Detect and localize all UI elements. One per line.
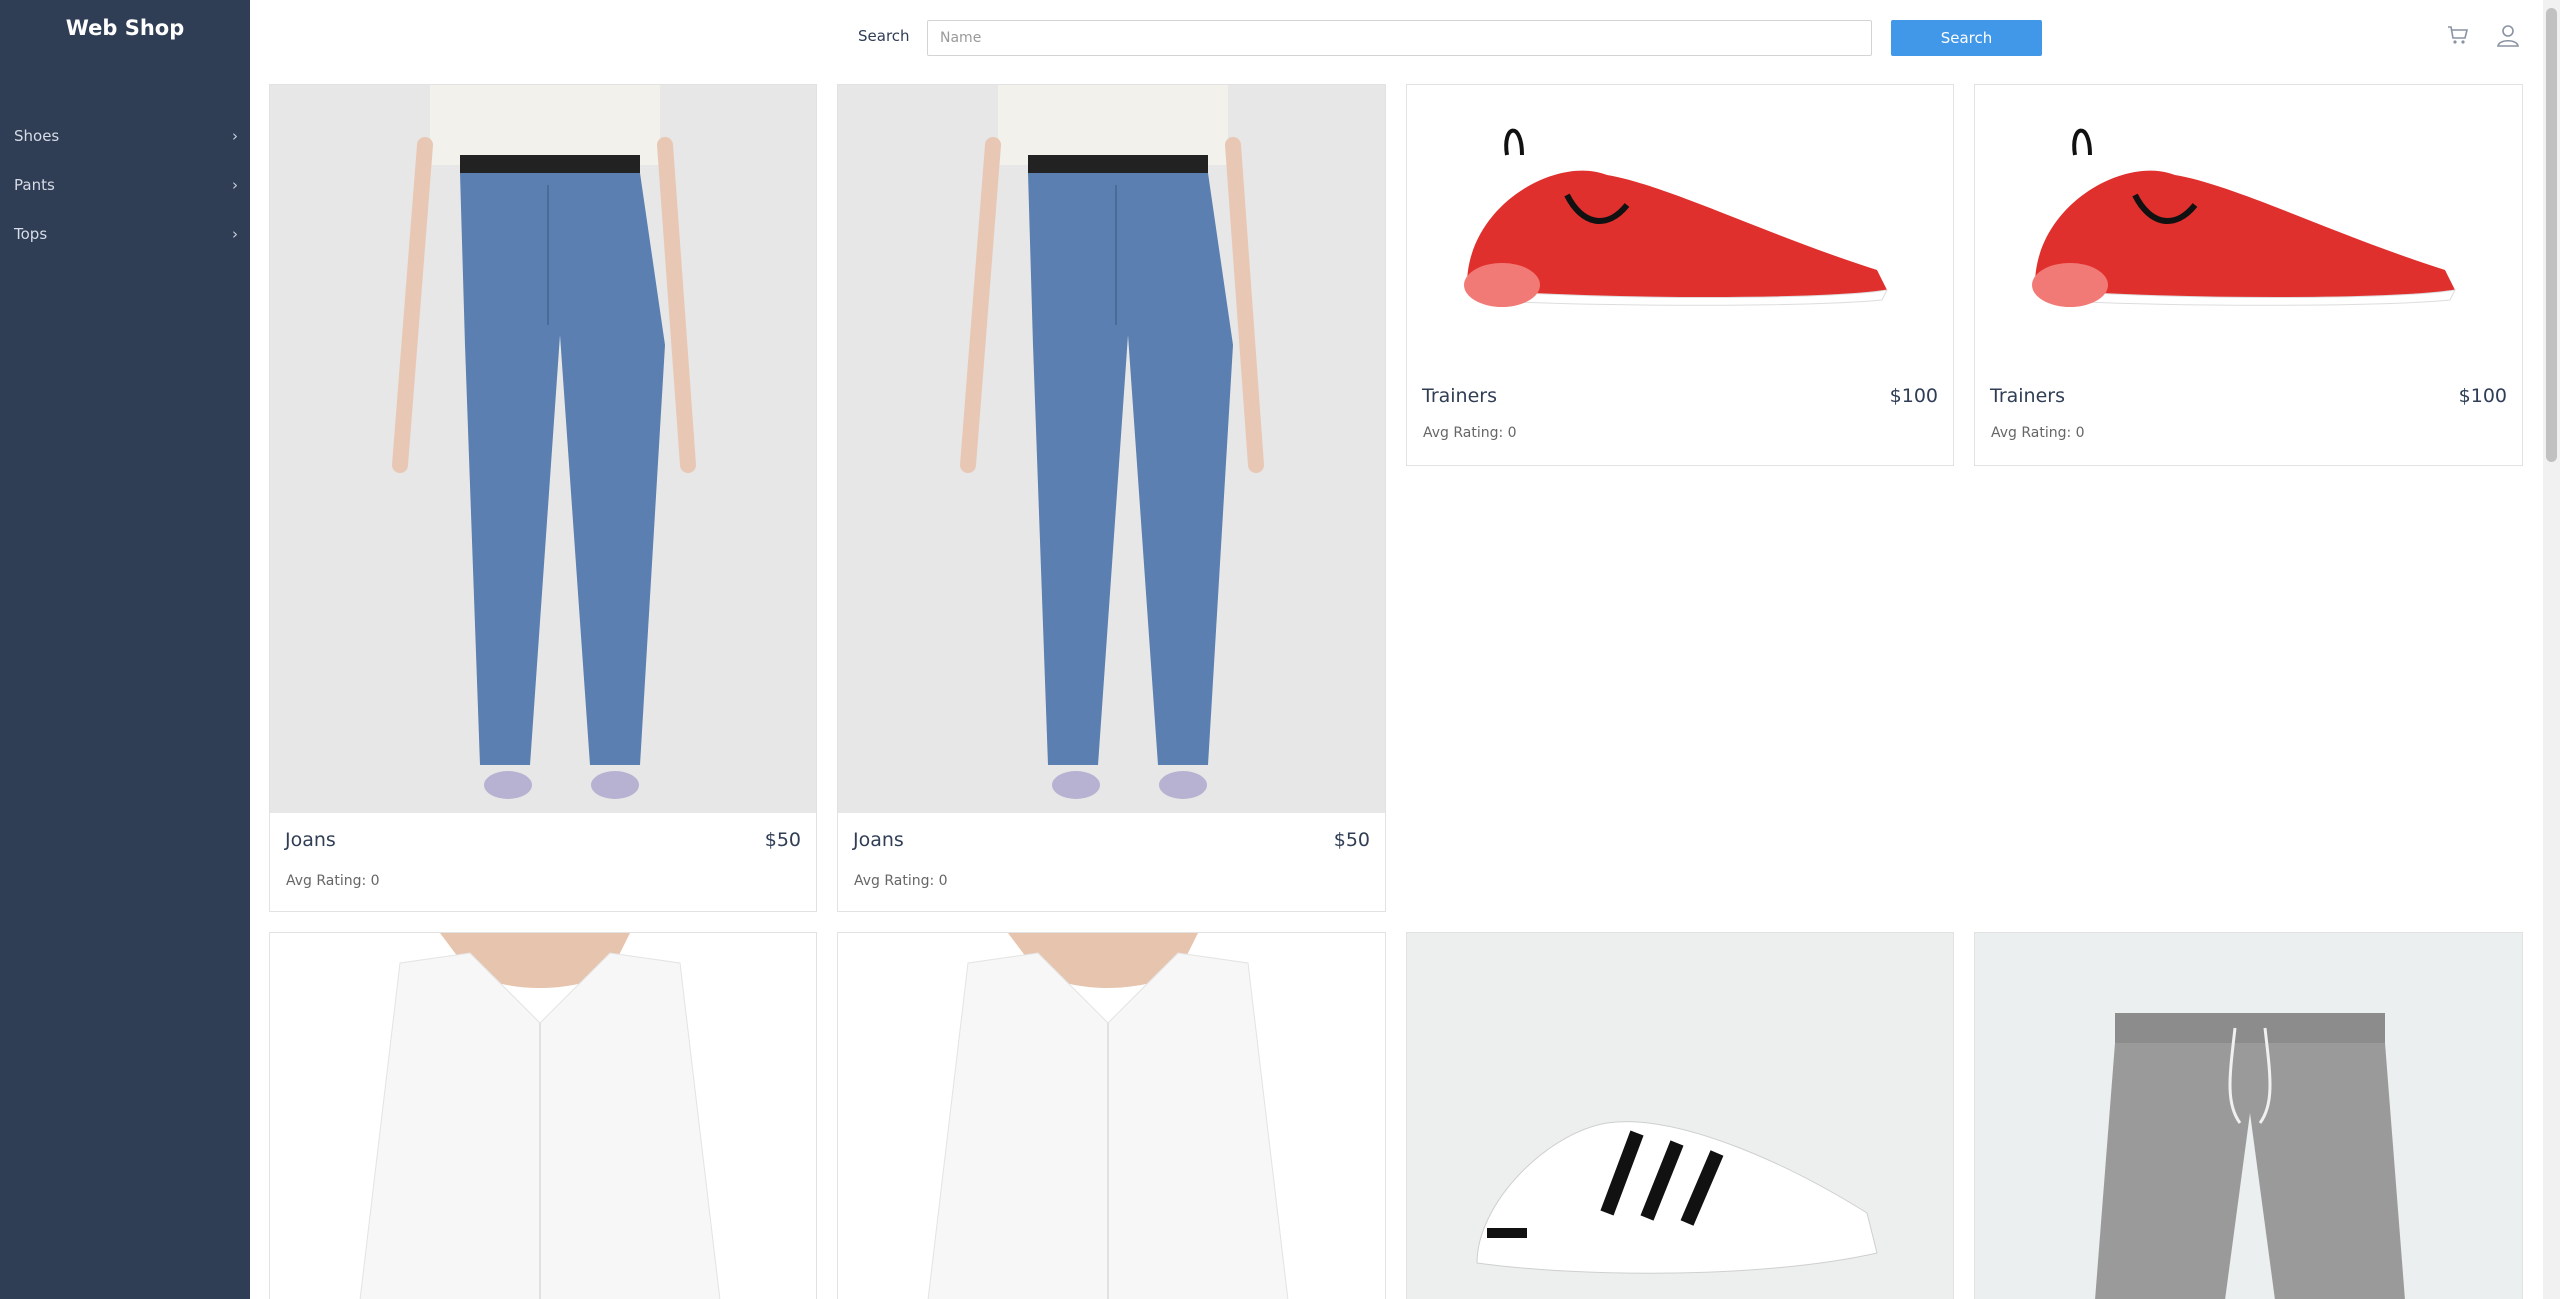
product-price: $50 [1333,829,1370,851]
header: Search Search [250,0,2540,72]
sidebar: Web Shop Shoes › Pants › Tops › [0,0,250,1299]
brand-logo[interactable]: Web Shop [0,16,250,40]
cart-icon[interactable] [2445,22,2471,48]
chevron-right-icon: › [232,127,238,145]
sidebar-item-label: Pants [14,176,55,194]
product-card[interactable]: Joans $50 Avg Rating: 0 [837,84,1386,912]
white-shirt-image [838,933,1385,1299]
product-card[interactable] [837,932,1386,1299]
red-sneaker-image [1407,85,1953,375]
product-name[interactable]: Joans [285,829,336,851]
product-price: $50 [764,829,801,851]
sidebar-item-shoes[interactable]: Shoes › [14,116,238,156]
product-rating: Avg Rating: 0 [1423,425,1517,441]
search-input[interactable] [927,20,1872,56]
chevron-right-icon: › [232,176,238,194]
search-button[interactable]: Search [1891,20,2042,56]
search-label: Search [858,27,910,45]
product-card[interactable] [269,932,817,1299]
product-card[interactable]: Trainers $100 Avg Rating: 0 [1406,84,1954,466]
white-shirt-image [270,933,816,1299]
product-card[interactable] [1406,932,1954,1299]
white-sneaker-image [1407,933,1953,1299]
red-sneaker-image [1975,85,2522,375]
product-card[interactable]: Trainers $100 Avg Rating: 0 [1974,84,2523,466]
product-rating: Avg Rating: 0 [286,873,380,889]
product-card[interactable]: Joans $50 Avg Rating: 0 [269,84,817,912]
product-price: $100 [2458,385,2507,407]
sidebar-item-tops[interactable]: Tops › [14,214,238,254]
product-price: $100 [1889,385,1938,407]
product-name[interactable]: Trainers [1990,385,2065,407]
product-rating: Avg Rating: 0 [1991,425,2085,441]
jeans-image [838,85,1385,813]
scrollbar-thumb[interactable] [2546,8,2557,462]
sidebar-item-label: Shoes [14,127,60,145]
product-name[interactable]: Joans [853,829,904,851]
product-rating: Avg Rating: 0 [854,873,948,889]
product-name[interactable]: Trainers [1422,385,1497,407]
user-icon[interactable] [2495,22,2521,48]
chevron-right-icon: › [232,225,238,243]
sidebar-item-label: Tops [14,225,48,243]
product-card[interactable] [1974,932,2523,1299]
grey-sweatpants-image [1975,933,2522,1299]
sidebar-item-pants[interactable]: Pants › [14,165,238,205]
jeans-image [270,85,816,813]
